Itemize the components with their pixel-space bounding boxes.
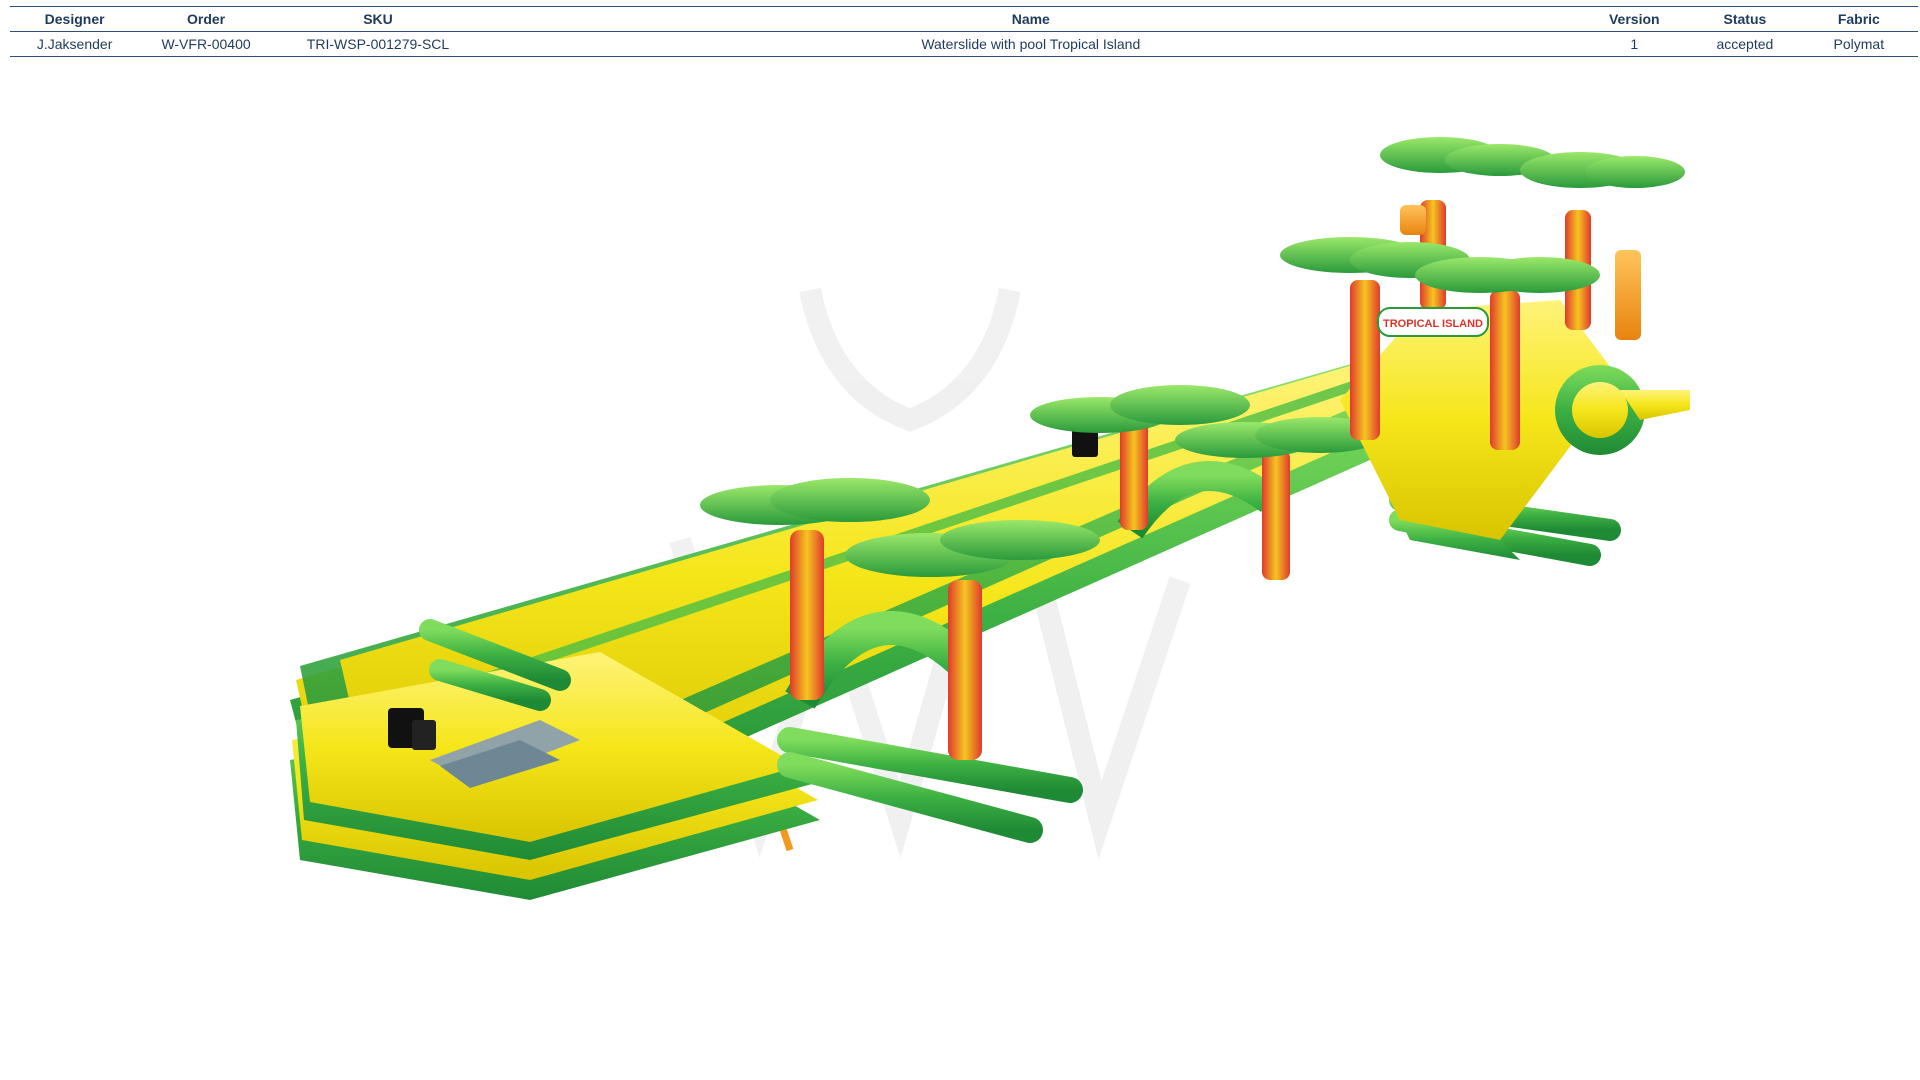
cell-name: Waterslide with pool Tropical Island xyxy=(921,36,1141,52)
header-sku: SKU xyxy=(363,11,393,27)
table-header-row: Designer Order SKU Name Version Status F… xyxy=(10,6,1918,32)
cell-designer: J.Jaksender xyxy=(36,36,113,52)
waterslide-illustration: TROPICAL ISLAND xyxy=(290,137,1690,900)
slide-tower: TROPICAL ISLAND xyxy=(1280,137,1690,560)
cell-order: W-VFR-00400 xyxy=(161,36,251,52)
header-status: Status xyxy=(1723,11,1767,27)
tropical-island-banner: TROPICAL ISLAND xyxy=(1383,318,1483,330)
header-fabric: Fabric xyxy=(1837,11,1880,27)
header-designer: Designer xyxy=(44,11,105,27)
header-order: Order xyxy=(186,11,226,27)
product-render: TROPICAL ISLAND xyxy=(0,60,1920,1080)
product-info-table: Designer Order SKU Name Version Status F… xyxy=(10,6,1918,57)
cell-status: accepted xyxy=(1716,36,1774,52)
header-name: Name xyxy=(1011,11,1050,27)
cell-sku: TRI-WSP-001279-SCL xyxy=(306,36,450,52)
cell-fabric: Polymat xyxy=(1833,36,1885,52)
cell-version: 1 xyxy=(1630,36,1639,52)
table-row: J.Jaksender W-VFR-00400 TRI-WSP-001279-S… xyxy=(10,32,1918,57)
header-version: Version xyxy=(1608,11,1660,27)
